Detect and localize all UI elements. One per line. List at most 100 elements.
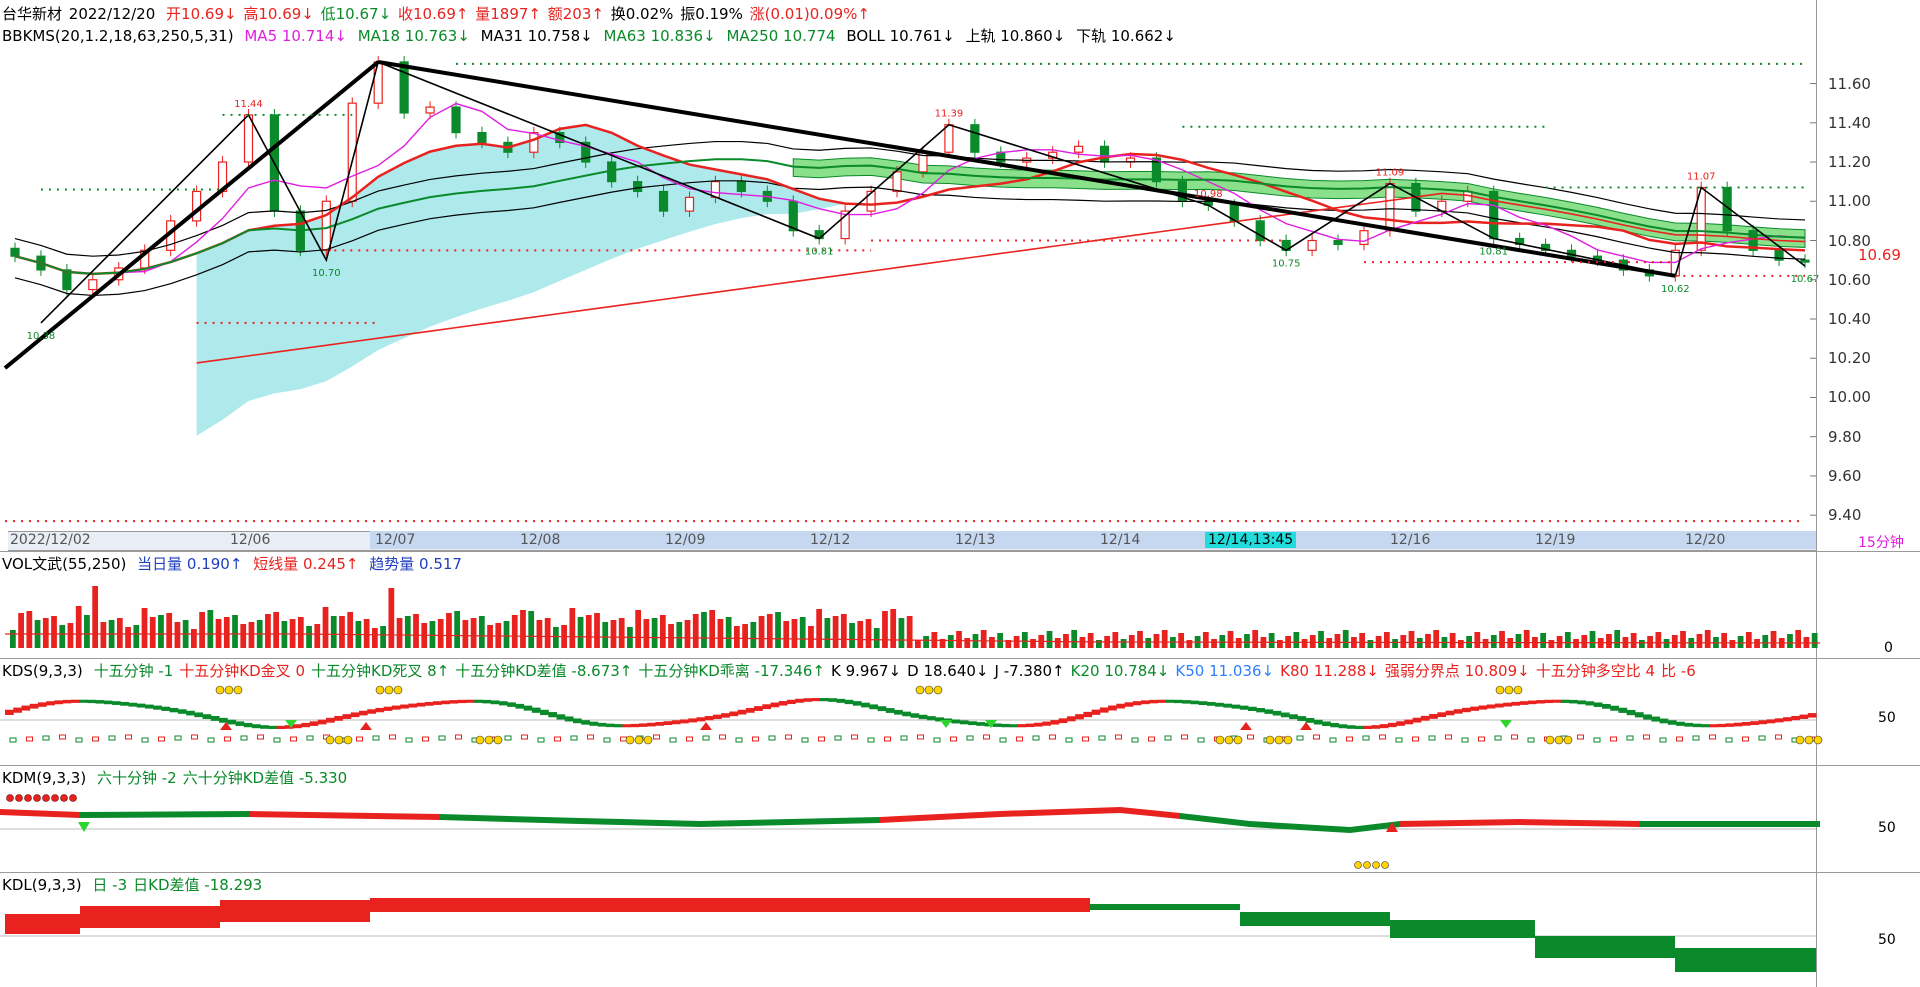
kds-ribbon	[976, 722, 986, 726]
volume-bar	[701, 612, 707, 648]
volume-bar	[783, 621, 790, 648]
smiley-icon	[493, 735, 503, 745]
price-tick-label: 10.00	[1828, 388, 1871, 407]
red-dot-icon	[60, 794, 68, 802]
kds-ribbon	[1708, 724, 1718, 728]
kds-ribbon	[614, 724, 623, 728]
kds-ribbon	[861, 702, 870, 708]
kds-ribbon	[342, 714, 352, 719]
kds-ribbon	[1799, 714, 1809, 719]
kds-ribbon	[1198, 701, 1208, 705]
volume-bar	[1186, 640, 1193, 648]
kdl-block	[1675, 948, 1816, 972]
kdl-block	[80, 906, 220, 928]
volume-bar	[1178, 633, 1185, 648]
time-axis[interactable]: 2022/12/02 12/06 12/07 12/08 12/09 12/12 12/13…	[0, 531, 1920, 551]
kds-small-bar	[59, 734, 66, 740]
volume-bar	[1762, 635, 1769, 648]
kds-ribbon	[1338, 724, 1348, 729]
volume-bar	[1433, 630, 1440, 648]
kds-small-bar	[1412, 736, 1419, 742]
kds-small-bar	[1758, 735, 1766, 741]
kds-header-item: 十五分钟 -1	[93, 662, 174, 680]
kds-ribbon	[1807, 713, 1817, 718]
kds-small-bar	[801, 737, 809, 743]
kds-ribbon	[680, 719, 689, 724]
kds-ribbon	[1124, 702, 1134, 707]
kds-ribbon	[1692, 723, 1702, 728]
kds-ribbon	[1404, 719, 1414, 725]
price-chart[interactable]: 11.44 10.38 10.70 11.39 10.81 10.98 10.75 11.09…	[0, 50, 1920, 530]
kds-small-bar	[1494, 735, 1502, 741]
kds-ribbon	[169, 707, 179, 713]
volume-bar	[989, 637, 995, 648]
kds-ribbon	[894, 709, 903, 715]
volume-bar	[1787, 634, 1793, 648]
kds-ribbon	[1486, 704, 1496, 709]
kds-small-bar	[207, 737, 215, 743]
kdl-block	[370, 898, 1090, 912]
smiley-icon	[343, 735, 353, 745]
kds-chart[interactable]	[0, 680, 1920, 765]
kds-ribbon	[1536, 700, 1545, 704]
volume-bar	[174, 622, 181, 648]
kds-ribbon	[869, 704, 879, 710]
kds-header-item: 强弱分界点 10.809↓	[1384, 662, 1530, 680]
volume-bar	[1383, 632, 1390, 648]
volume-bar	[766, 614, 773, 648]
kds-small-bar	[1032, 735, 1040, 741]
volume-bar	[429, 621, 436, 648]
kds-small-bar	[735, 737, 743, 743]
kds-small-bar	[1775, 734, 1782, 740]
kds-ribbon	[1684, 722, 1694, 727]
smiley-icon	[643, 735, 653, 745]
kds-ribbon	[564, 716, 574, 722]
kds-ribbon	[1033, 722, 1043, 727]
yellow-dot-icon	[1372, 861, 1380, 869]
volume-bar	[1268, 633, 1275, 648]
kds-small-bar	[1115, 734, 1122, 740]
volume-bar	[1211, 639, 1217, 648]
volume-bar	[799, 617, 806, 648]
kds-ribbon	[128, 702, 138, 707]
volume-bar	[223, 617, 230, 648]
kds-small-bar	[224, 736, 231, 742]
smiley-icon	[1224, 735, 1234, 745]
volume-chart[interactable]	[0, 572, 1920, 652]
period-label[interactable]: 15分钟	[1858, 532, 1904, 552]
kds-ribbon	[762, 704, 772, 710]
volume-bar	[915, 640, 921, 648]
kdm-header-item: 六十分钟 -2	[96, 769, 177, 787]
volume-bar	[248, 622, 255, 648]
kds-ribbon	[1494, 703, 1504, 708]
candle-body	[88, 279, 98, 291]
volume-bar	[1581, 635, 1588, 648]
down-arrow-icon	[78, 822, 90, 832]
kdl-chart[interactable]	[0, 892, 1920, 987]
volume-bar	[1030, 639, 1036, 648]
kds-small-bar	[141, 737, 149, 743]
smiley-icon	[1563, 735, 1573, 745]
kds-ribbon	[326, 717, 335, 723]
kds-ribbon	[1758, 720, 1768, 725]
volume-bar	[1564, 632, 1571, 648]
kds-small-bar	[999, 737, 1007, 743]
volume-bar	[116, 618, 123, 648]
kds-small-bar	[1379, 734, 1386, 740]
kds-small-bar	[1593, 737, 1601, 743]
volume-bar	[668, 624, 674, 648]
kds-ribbon	[391, 705, 401, 710]
kds-ribbon	[235, 721, 245, 726]
volume-bar	[544, 618, 551, 648]
kds-small-bar	[851, 734, 858, 740]
volume-bar	[651, 618, 658, 648]
open-price: 开10.69↓	[166, 5, 237, 23]
price-tick-label: 10.60	[1828, 270, 1871, 289]
kdl-block	[1390, 920, 1535, 938]
kds-ribbon	[1066, 716, 1076, 722]
change-value: 涨(0.01)0.09%↑	[749, 5, 870, 23]
price-annotation: 10.38	[27, 331, 56, 342]
red-dot-icon	[6, 794, 14, 802]
kds-ribbon	[647, 722, 656, 727]
candle-body	[1489, 190, 1499, 240]
